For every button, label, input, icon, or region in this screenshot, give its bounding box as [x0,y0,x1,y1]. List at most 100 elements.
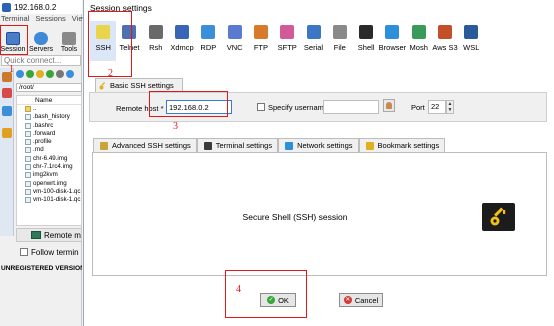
star-icon [365,141,374,150]
file-row[interactable]: chr-7.1rc4.img [17,163,81,171]
cancel-button[interactable]: ✕ Cancel [339,293,383,307]
tab-network-settings[interactable]: Network settings [278,138,359,152]
file-row[interactable]: .bash_history [17,113,81,121]
protocol-label: Rsh [149,43,163,52]
username-field[interactable] [323,100,379,114]
macros-tab-icon[interactable] [2,128,12,138]
protocol-file[interactable]: File [327,21,353,61]
user-credentials-button[interactable] [383,99,395,112]
specify-username-label: Specify username [268,103,329,112]
wsl-icon [464,25,479,39]
file-icon [25,155,31,162]
follow-terminal-check[interactable] [20,248,28,256]
port-input[interactable]: 22 [428,100,446,114]
remote-monitoring-label: Remote m [44,230,81,240]
protocol-shell[interactable]: Shell [353,21,379,61]
tools-button-label: Tools [60,46,78,53]
sftp-icon [280,25,295,39]
file-row[interactable]: .profile [17,138,81,146]
file-name: .forward [33,129,56,137]
new-folder-icon[interactable] [36,70,44,78]
protocol-label: WSL [463,43,480,52]
file-icon [25,172,31,179]
follow-terminal-label: Follow termin [31,247,79,257]
protocol-serial[interactable]: Serial [300,21,326,61]
annotation-number-4: 4 [236,284,241,295]
file-toolbar [16,70,82,80]
port-label: Port [411,103,425,112]
file-column-header[interactable]: Name [17,96,81,105]
tools-icon [62,32,76,45]
protocol-aws-s3[interactable]: Aws S3 [432,21,458,61]
file-row[interactable]: vm-100-disk-1.qc [17,188,81,196]
file-icon [25,180,31,187]
protocol-xdmcp[interactable]: Xdmcp [169,21,195,61]
file-name: .bashrc [33,121,54,129]
file-name: .. [33,105,37,112]
vnc-icon [227,25,242,39]
specify-username-checkbox[interactable] [257,103,265,111]
annotation-number-2: 2 [108,68,113,79]
home-icon[interactable] [66,70,74,78]
sftp-tab-icon[interactable] [2,106,12,116]
file-row[interactable]: openwrt.img [17,180,81,188]
file-name: .profile [33,138,52,146]
file-name: chr-6.49.img [33,154,68,162]
port-spinner[interactable]: ▲ ▼ [446,100,454,114]
annotation-box-3 [149,91,228,117]
ftp-icon [253,25,268,39]
file-icon [25,130,31,137]
tab-basic-ssh-settings[interactable]: Basic SSH settings [95,78,183,92]
protocol-rsh[interactable]: Rsh [143,21,169,61]
tab-label: Terminal settings [215,141,273,150]
protocol-ftp[interactable]: FTP [248,21,274,61]
advanced-tabs: Advanced SSH settings Terminal settings Ne… [93,138,446,152]
remote-monitoring-button[interactable]: Remote m [16,228,82,242]
file-icon [332,25,347,39]
tab-terminal-settings[interactable]: Terminal settings [196,138,279,152]
xdmcp-icon [175,25,190,39]
protocol-label: Xdmcp [170,43,194,52]
file-row[interactable]: .rnd [17,146,81,154]
protocol-mosh[interactable]: Mosh [406,21,432,61]
file-row[interactable]: chr-6.49.img [17,155,81,163]
protocol-bar: SSH Telnet Rsh Xdmcp RDP VNC FTP SFTP Serial File… [90,21,550,61]
servers-button[interactable]: Servers [29,25,53,53]
tab-bookmark-settings[interactable]: Bookmark settings [358,138,446,152]
upload-icon[interactable] [16,70,24,78]
tools-tab-icon[interactable] [2,88,12,98]
follow-terminal-checkbox[interactable]: Follow termin [16,246,82,258]
download-icon[interactable] [26,70,34,78]
refresh-icon[interactable] [46,70,54,78]
monitor-icon [31,231,41,239]
bg-titlebar: 192.168.0.2 [0,0,82,14]
tab-advanced-ssh-settings[interactable]: Advanced SSH settings [93,138,197,152]
annotation-box-1 [0,25,28,55]
file-name: openwrt.img [33,179,67,187]
path-field[interactable]: /root/ [16,83,82,92]
menu-sessions[interactable]: Sessions [35,14,65,24]
file-name: .rnd [33,146,44,154]
file-row[interactable]: vm-101-disk-1.qc [17,196,81,204]
folder-icon [25,106,31,112]
menu-terminal[interactable]: Terminal [1,14,29,24]
file-icon [25,147,31,154]
tools-button[interactable]: Tools [57,25,81,53]
protocol-sftp[interactable]: SFTP [274,21,300,61]
protocol-browser[interactable]: Browser [379,21,406,61]
bg-menubar: Terminal Sessions View [0,14,88,24]
file-row[interactable]: .. [17,105,81,113]
protocol-vnc[interactable]: VNC [221,21,247,61]
file-row[interactable]: .bashrc [17,122,81,130]
settings-icon[interactable] [56,70,64,78]
file-icon [25,197,31,204]
left-sidebar-strip [0,68,14,236]
protocol-wsl[interactable]: WSL [458,21,484,61]
mobaxterm-app-icon [2,2,11,12]
file-row[interactable]: img2kvm [17,171,81,179]
file-icon [25,122,31,129]
file-name: chr-7.1rc4.img [33,163,73,171]
protocol-rdp[interactable]: RDP [195,21,221,61]
basic-tab-label: Basic SSH settings [110,81,174,90]
file-row[interactable]: .forward [17,130,81,138]
